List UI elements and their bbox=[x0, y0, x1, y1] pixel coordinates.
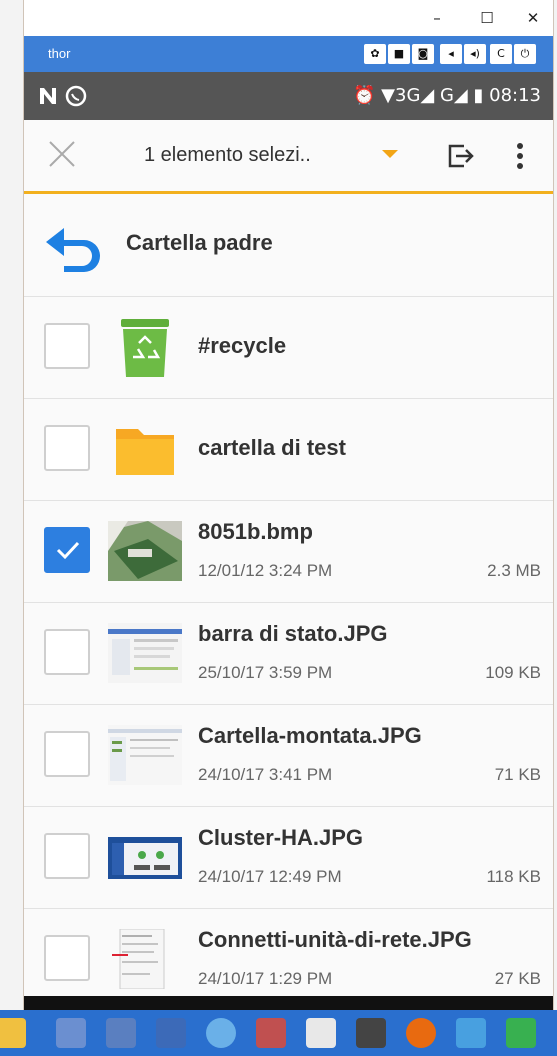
android-status-bar: ⏰ ▼3G◢ G◢ ▮ 08:13 bbox=[24, 72, 553, 120]
network-app-icon[interactable] bbox=[56, 1018, 86, 1048]
item-size: 71 KB bbox=[494, 765, 541, 784]
image-thumbnail bbox=[112, 929, 165, 989]
list-item[interactable]: #recycle bbox=[24, 297, 553, 399]
paint-app-icon[interactable] bbox=[256, 1018, 286, 1048]
chevron-down-icon[interactable] bbox=[382, 150, 398, 158]
settings-icon[interactable]: ✿ bbox=[364, 44, 386, 64]
image-thumbnail bbox=[108, 623, 182, 683]
item-date: 25/10/17 3:59 PM bbox=[198, 663, 333, 682]
window-left-edge bbox=[0, 0, 24, 1010]
emulator-toolbar: thor ✿ ■ ◙ ◂ ◂) C ⏻ bbox=[24, 36, 553, 72]
item-size: 27 KB bbox=[494, 969, 541, 988]
item-date: 24/10/17 1:29 PM bbox=[198, 969, 333, 988]
windows-taskbar bbox=[0, 1010, 557, 1056]
close-window-button[interactable]: ✕ bbox=[518, 6, 548, 30]
file-list: Cartella padre #recycle cartella di test bbox=[24, 194, 553, 996]
item-name: Cartella-montata.JPG bbox=[198, 723, 422, 748]
item-checkbox[interactable] bbox=[44, 323, 90, 369]
item-date: 24/10/17 12:49 PM bbox=[198, 867, 342, 886]
record-icon[interactable]: ■ bbox=[388, 44, 410, 64]
item-size: 109 KB bbox=[485, 663, 541, 682]
ring-app-icon[interactable] bbox=[406, 1018, 436, 1048]
item-checkbox[interactable] bbox=[44, 935, 90, 981]
more-vert-icon[interactable] bbox=[514, 140, 526, 172]
power-icon[interactable]: ⏻ bbox=[514, 44, 536, 64]
item-checkbox[interactable] bbox=[44, 425, 90, 471]
export-icon[interactable] bbox=[444, 140, 476, 172]
item-name: cartella di test bbox=[198, 435, 346, 460]
list-item[interactable]: 8051b.bmp 12/01/12 3:24 PM 2.3 MB bbox=[24, 501, 553, 603]
list-item[interactable]: barra di stato.JPG 25/10/17 3:59 PM 109 … bbox=[24, 603, 553, 705]
folder-icon bbox=[116, 429, 174, 475]
item-name: barra di stato.JPG bbox=[198, 621, 388, 646]
item-checkbox[interactable] bbox=[44, 833, 90, 879]
maximize-button[interactable]: ☐ bbox=[472, 6, 502, 30]
image-thumbnail bbox=[108, 837, 182, 879]
calculator-icon[interactable] bbox=[356, 1018, 386, 1048]
status-right-indicators: ⏰ ▼3G◢ G◢ ▮ 08:13 bbox=[353, 85, 541, 106]
list-item[interactable]: Cartella-montata.JPG 24/10/17 3:41 PM 71… bbox=[24, 705, 553, 807]
item-name: 8051b.bmp bbox=[198, 519, 313, 544]
back-arrow-icon bbox=[46, 228, 100, 272]
item-name: #recycle bbox=[198, 333, 287, 358]
eye-app-icon[interactable] bbox=[206, 1018, 236, 1048]
window-right-edge bbox=[553, 0, 557, 1010]
lock-app-icon[interactable] bbox=[156, 1018, 186, 1048]
navigation-bar bbox=[24, 996, 553, 1010]
item-checkbox-checked[interactable] bbox=[44, 527, 90, 573]
selection-count-title[interactable]: 1 elemento selezi.. bbox=[144, 144, 311, 167]
item-checkbox[interactable] bbox=[44, 731, 90, 777]
parent-folder-label: Cartella padre bbox=[126, 230, 273, 255]
item-name: Connetti-unità-di-rete.JPG bbox=[198, 927, 472, 952]
image-thumbnail bbox=[108, 725, 182, 785]
parent-folder-row[interactable]: Cartella padre bbox=[24, 194, 553, 297]
item-name: Cluster-HA.JPG bbox=[198, 825, 364, 850]
item-size: 118 KB bbox=[486, 867, 541, 886]
status-left-icons bbox=[38, 84, 90, 113]
sync-app-icon[interactable] bbox=[506, 1018, 536, 1048]
emulator-window: – ☐ ✕ thor ✿ ■ ◙ ◂ ◂) C ⏻ ⏰ ▼3G◢ G◢ ▮ 08… bbox=[0, 0, 557, 1056]
minimize-button[interactable]: – bbox=[422, 6, 452, 30]
volume-up-icon[interactable]: ◂) bbox=[464, 44, 486, 64]
checkmark-icon bbox=[56, 541, 80, 560]
camera-icon[interactable]: ◙ bbox=[412, 44, 434, 64]
start-icon[interactable] bbox=[0, 1018, 26, 1048]
recycle-bin-icon bbox=[121, 319, 169, 377]
item-size: 2.3 MB bbox=[487, 561, 541, 580]
close-icon[interactable] bbox=[46, 138, 78, 170]
image-thumbnail bbox=[108, 521, 182, 581]
emulator-title: thor bbox=[48, 46, 71, 61]
item-date: 24/10/17 3:41 PM bbox=[198, 765, 333, 784]
list-item[interactable]: cartella di test bbox=[24, 399, 553, 501]
window-titlebar: – ☐ ✕ bbox=[24, 0, 553, 36]
explorer-icon[interactable] bbox=[106, 1018, 136, 1048]
pdf-app-icon[interactable] bbox=[306, 1018, 336, 1048]
item-checkbox[interactable] bbox=[44, 629, 90, 675]
selection-toolbar: 1 elemento selezi.. bbox=[24, 120, 553, 194]
volume-down-icon[interactable]: ◂ bbox=[440, 44, 462, 64]
outlook-icon[interactable] bbox=[456, 1018, 486, 1048]
item-date: 12/01/12 3:24 PM bbox=[198, 561, 333, 580]
rotate-icon[interactable]: C bbox=[490, 44, 512, 64]
list-item[interactable]: Cluster-HA.JPG 24/10/17 12:49 PM 118 KB bbox=[24, 807, 553, 909]
list-item[interactable]: Connetti-unità-di-rete.JPG 24/10/17 1:29… bbox=[24, 909, 553, 996]
notification-n-icon bbox=[40, 85, 87, 107]
